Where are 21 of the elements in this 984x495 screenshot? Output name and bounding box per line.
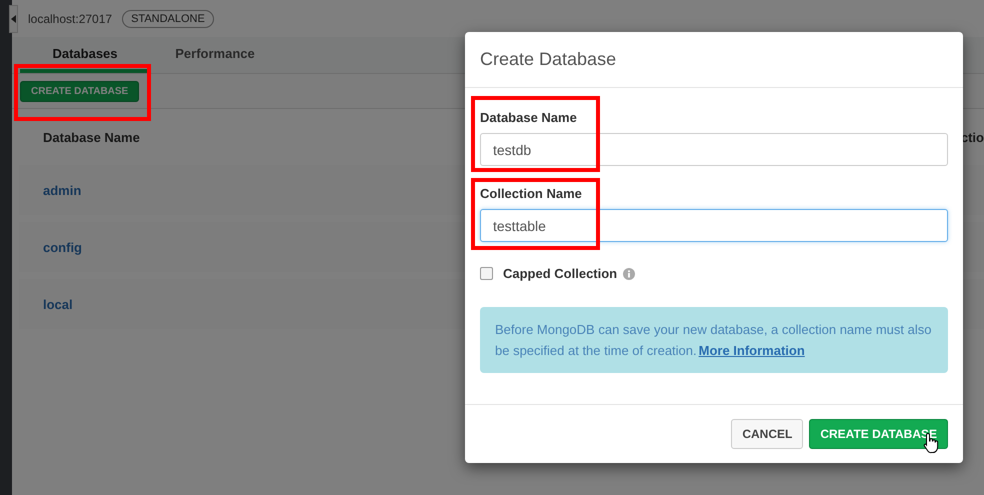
collapse-button[interactable]	[9, 4, 18, 32]
database-link[interactable]: config	[43, 240, 82, 254]
create-database-button[interactable]: CREATE DATABASE	[809, 419, 948, 449]
note-text: Before MongoDB can save your new database, a collection name must also be specified at the time of creation.More Information	[495, 321, 932, 360]
tab[interactable]: Performance	[150, 37, 280, 73]
input-field[interactable]: testtable	[480, 209, 948, 242]
status-badge: STANDALONE	[122, 10, 214, 28]
field-label: Collection Name	[480, 186, 583, 201]
checkbox[interactable]	[480, 267, 493, 280]
database-link[interactable]: local	[43, 296, 73, 312]
input-field[interactable]: testdb	[480, 133, 948, 166]
cancel-button[interactable]: CANCEL	[731, 419, 804, 449]
database-link[interactable]: admin	[43, 182, 82, 198]
field-label: Database Name	[480, 110, 578, 125]
more-information-link[interactable]: More Information	[698, 343, 805, 358]
info-icon[interactable]	[623, 268, 636, 280]
dialog-title: Create Database	[480, 49, 616, 70]
host-label: localhost:27017	[28, 12, 112, 26]
create-database-button[interactable]: CREATE DATABASE	[20, 80, 140, 102]
checkbox-label: Capped Collection	[503, 266, 618, 281]
column-header: Database Name	[43, 130, 140, 144]
